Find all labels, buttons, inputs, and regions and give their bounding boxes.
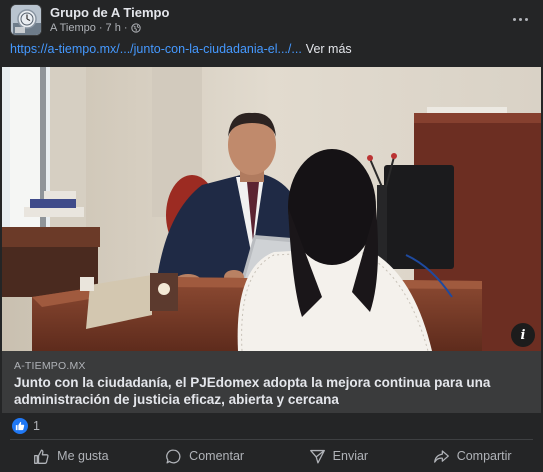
more-dot <box>518 17 522 21</box>
info-button[interactable]: i <box>511 323 535 347</box>
share-label: Compartir <box>456 449 512 463</box>
link-title[interactable]: Junto con la ciudadanía, el PJEdomex ado… <box>14 374 514 408</box>
like-label: Me gusta <box>57 449 109 463</box>
send-button[interactable]: Enviar <box>272 443 406 469</box>
thumbs-up-glyph <box>15 421 25 431</box>
link-preview[interactable]: A-TIEMPO.MX Junto con la ciudadanía, el … <box>2 351 541 413</box>
action-bar: Me gusta Comentar Enviar Compartir <box>4 443 539 469</box>
meta-separator-2: · <box>123 22 128 34</box>
group-avatar-image <box>11 5 41 35</box>
more-dot <box>524 17 528 21</box>
photo-illustration <box>2 67 541 351</box>
group-avatar[interactable] <box>10 4 42 36</box>
reaction-count: 1 <box>33 419 40 433</box>
send-icon <box>309 449 325 464</box>
see-more-link[interactable]: Ver más <box>306 42 352 56</box>
more-horizontal-icon <box>512 17 516 21</box>
share-icon <box>433 449 449 463</box>
reaction-summary[interactable]: 1 <box>12 417 40 435</box>
comment-button[interactable]: Comentar <box>138 443 272 469</box>
link-domain: A-TIEMPO.MX <box>14 360 86 372</box>
post-meta: A Tiempo · 7 h · <box>50 22 141 34</box>
more-options-button[interactable] <box>509 8 531 30</box>
post-header: Grupo de A Tiempo A Tiempo · 7 h · <box>10 4 533 38</box>
meta-separator: · <box>98 22 103 34</box>
send-label: Enviar <box>332 449 369 463</box>
post-time[interactable]: 7 h <box>106 22 121 34</box>
like-icon <box>12 418 28 434</box>
globe-icon <box>130 23 141 33</box>
share-button[interactable]: Compartir <box>405 443 539 469</box>
post-author[interactable]: A Tiempo <box>50 22 96 34</box>
comment-label: Comentar <box>189 449 245 463</box>
article-link[interactable]: https://a-tiempo.mx/.../junto-con-la-ciu… <box>10 42 302 56</box>
comment-icon <box>166 448 181 464</box>
post-caption: https://a-tiempo.mx/.../junto-con-la-ciu… <box>10 42 352 56</box>
facebook-post: Grupo de A Tiempo A Tiempo · 7 h · https… <box>0 0 543 472</box>
thumbs-up-icon <box>34 448 49 464</box>
like-button[interactable]: Me gusta <box>4 443 138 469</box>
group-name[interactable]: Grupo de A Tiempo <box>50 5 169 20</box>
actions-divider <box>10 439 533 440</box>
article-photo[interactable]: i <box>2 67 541 351</box>
